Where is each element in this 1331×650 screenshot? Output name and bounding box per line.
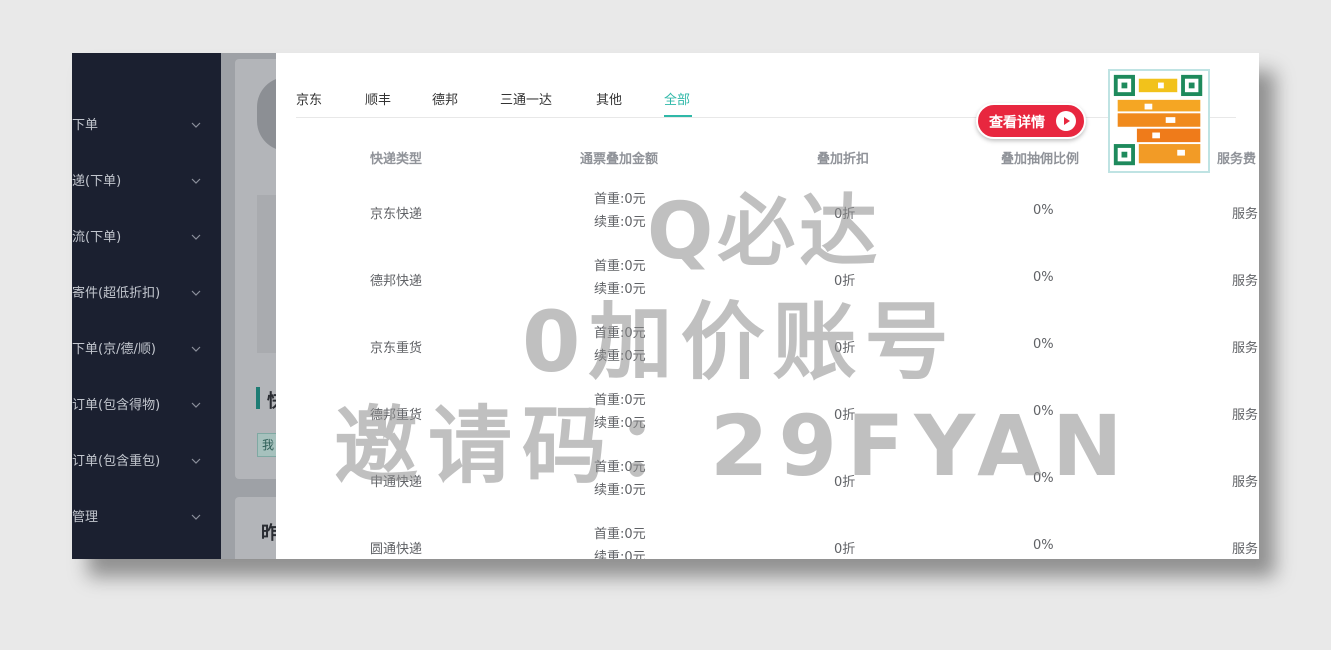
cell-ticket-amount: 首重:0元续重:0元 xyxy=(594,255,646,301)
tab-db[interactable]: 德邦 xyxy=(432,89,458,108)
sidebar-item-orders-dewu[interactable]: 订单(包含得物) xyxy=(72,391,221,421)
cell-type: 京东快递 xyxy=(370,207,423,222)
first-weight: 首重:0元 xyxy=(594,326,646,341)
rates-panel: 京东 顺丰 德邦 三通一达 其他 全部 快递类型 通票叠加金额 叠加折扣 叠加抽… xyxy=(276,53,1259,559)
sidebar: 下单 递(下单) 流(下单) 寄件(超低折扣) 下单(京/德/顺) 订单(包含得… xyxy=(72,53,221,559)
cell-type: 圆通快递 xyxy=(370,542,423,557)
cell-commission: 0% xyxy=(1033,203,1054,218)
chevron-down-icon xyxy=(191,234,201,240)
sidebar-item-express-order[interactable]: 递(下单) xyxy=(72,167,221,197)
chevron-down-icon xyxy=(191,346,201,352)
column-header-ticket-amount: 通票叠加金额 xyxy=(580,152,659,167)
column-header-discount: 叠加折扣 xyxy=(817,152,870,167)
cell-type: 德邦重货 xyxy=(370,408,423,423)
cell-service-fee: 服务 xyxy=(1232,274,1259,289)
first-weight: 首重:0元 xyxy=(594,393,646,408)
cell-service-fee: 服务 xyxy=(1232,408,1259,423)
cell-service-fee: 服务 xyxy=(1232,207,1259,222)
sidebar-item-label: 订单(包含重包) xyxy=(72,454,161,469)
first-weight: 首重:0元 xyxy=(594,527,646,542)
next-weight: 续重:0元 xyxy=(594,550,646,559)
cell-type: 德邦快递 xyxy=(370,274,423,289)
cell-discount: 0折 xyxy=(834,341,856,356)
carrier-tabs: 京东 顺丰 德邦 三通一达 其他 全部 xyxy=(296,79,1236,118)
sidebar-item-label: 寄件(超低折扣) xyxy=(72,286,161,301)
sidebar-item-logistics-order[interactable]: 流(下单) xyxy=(72,223,221,253)
cell-ticket-amount: 首重:0元续重:0元 xyxy=(594,188,646,234)
cell-service-fee: 服务 xyxy=(1232,341,1259,356)
next-weight: 续重:0元 xyxy=(594,349,646,364)
play-arrow-icon xyxy=(1056,111,1076,131)
cell-ticket-amount: 首重:0元续重:0元 xyxy=(594,389,646,435)
next-weight: 续重:0元 xyxy=(594,215,646,230)
cell-service-fee: 服务 xyxy=(1232,475,1259,490)
column-header-type: 快递类型 xyxy=(370,152,423,167)
cell-ticket-amount: 首重:0元续重:0元 xyxy=(594,322,646,368)
tab-active-indicator xyxy=(664,115,692,117)
tab-jd[interactable]: 京东 xyxy=(296,89,322,108)
first-weight: 首重:0元 xyxy=(594,259,646,274)
sidebar-item-label: 递(下单) xyxy=(72,174,122,189)
qr-code-icon[interactable] xyxy=(1108,69,1210,173)
cell-commission: 0% xyxy=(1033,270,1054,285)
tab-santong-yida[interactable]: 三通一达 xyxy=(500,89,552,108)
chevron-down-icon xyxy=(191,290,201,296)
column-header-commission: 叠加抽佣比例 xyxy=(1001,152,1080,167)
cell-service-fee: 服务 xyxy=(1232,542,1259,557)
sidebar-item-label: 订单(包含得物) xyxy=(72,398,161,413)
cell-ticket-amount: 首重:0元续重:0元 xyxy=(594,523,646,559)
cell-ticket-amount: 首重:0元续重:0元 xyxy=(594,456,646,502)
cell-type: 申通快递 xyxy=(370,475,423,490)
cell-discount: 0折 xyxy=(834,408,856,423)
tab-sf[interactable]: 顺丰 xyxy=(365,89,391,108)
cell-commission: 0% xyxy=(1033,538,1054,553)
cell-commission: 0% xyxy=(1033,404,1054,419)
next-weight: 续重:0元 xyxy=(594,416,646,431)
sidebar-item-label: 管理 xyxy=(72,510,99,525)
column-header-service-fee: 服务费 xyxy=(1217,152,1257,167)
view-details-button[interactable]: 查看详情 xyxy=(976,103,1086,139)
sidebar-item-management[interactable]: 管理 xyxy=(72,503,221,533)
section-marker xyxy=(256,387,260,409)
cell-commission: 0% xyxy=(1033,337,1054,352)
cell-discount: 0折 xyxy=(834,274,856,289)
cell-discount: 0折 xyxy=(834,542,856,557)
chevron-down-icon xyxy=(191,458,201,464)
first-weight: 首重:0元 xyxy=(594,192,646,207)
chevron-down-icon xyxy=(191,402,201,408)
view-details-label: 查看详情 xyxy=(989,115,1045,131)
next-weight: 续重:0元 xyxy=(594,282,646,297)
tab-all[interactable]: 全部 xyxy=(664,89,690,108)
app-window: 下单 递(下单) 流(下单) 寄件(超低折扣) 下单(京/德/顺) 订单(包含得… xyxy=(72,53,1259,559)
cell-discount: 0折 xyxy=(834,475,856,490)
first-weight: 首重:0元 xyxy=(594,460,646,475)
sidebar-item-label: 下单 xyxy=(72,118,99,133)
sidebar-item-label: 下单(京/德/顺) xyxy=(72,342,156,357)
chevron-down-icon xyxy=(191,514,201,520)
sidebar-item-label: 流(下单) xyxy=(72,230,122,245)
cell-discount: 0折 xyxy=(834,207,856,222)
chevron-down-icon xyxy=(191,178,201,184)
next-weight: 续重:0元 xyxy=(594,483,646,498)
sidebar-item-low-discount[interactable]: 寄件(超低折扣) xyxy=(72,279,221,309)
chevron-down-icon xyxy=(191,122,201,128)
sidebar-item-jd-db-sf-order[interactable]: 下单(京/德/顺) xyxy=(72,335,221,365)
cell-commission: 0% xyxy=(1033,471,1054,486)
sidebar-item-order[interactable]: 下单 xyxy=(72,111,221,141)
tab-other[interactable]: 其他 xyxy=(596,89,622,108)
cell-type: 京东重货 xyxy=(370,341,423,356)
sidebar-item-orders-heavy[interactable]: 订单(包含重包) xyxy=(72,447,221,477)
